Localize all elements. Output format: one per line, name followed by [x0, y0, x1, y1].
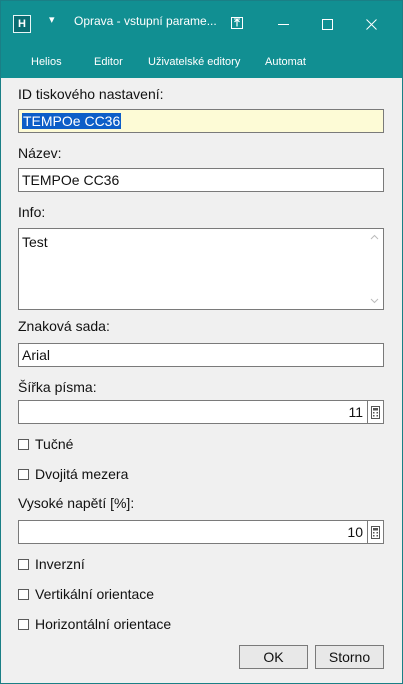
- name-label: Název:: [18, 145, 62, 161]
- menu-item-automat[interactable]: Automat: [265, 56, 306, 68]
- minimize-button[interactable]: [261, 7, 305, 41]
- quick-access-dropdown-icon[interactable]: ▾: [49, 13, 55, 26]
- title-bar[interactable]: H ▾ Oprava - vstupní parame...: [1, 1, 402, 48]
- vertical-orientation-checkbox-row[interactable]: Vertikální orientace: [18, 585, 154, 603]
- double-space-label: Dvojitá mezera: [35, 466, 129, 482]
- window-title: Oprava - vstupní parame...: [74, 14, 217, 28]
- maximize-button[interactable]: [305, 7, 349, 41]
- charset-label: Znaková sada:: [18, 318, 110, 334]
- name-field[interactable]: TEMPOe CC36: [18, 168, 384, 192]
- menu-item-helios[interactable]: Helios: [31, 56, 62, 68]
- font-width-calculator-button[interactable]: [367, 400, 384, 424]
- print-setting-id-value: TEMPOe CC36: [22, 113, 122, 129]
- high-voltage-label: Vysoké napětí [%]:: [18, 495, 135, 511]
- inverse-label: Inverzní: [35, 556, 85, 572]
- scroll-up-icon[interactable]: [366, 229, 383, 246]
- horizontal-orientation-label: Horizontální orientace: [35, 616, 172, 632]
- horizontal-orientation-checkbox[interactable]: [18, 618, 29, 630]
- horizontal-orientation-checkbox-row[interactable]: Horizontální orientace: [18, 615, 171, 633]
- high-voltage-calculator-button[interactable]: [367, 520, 384, 544]
- dialog-window: H ▾ Oprava - vstupní parame... Helios Ed…: [0, 0, 403, 684]
- helios-app-icon[interactable]: H: [13, 15, 31, 33]
- double-space-checkbox-row[interactable]: Dvojitá mezera: [18, 465, 128, 483]
- inverse-checkbox[interactable]: [18, 558, 29, 570]
- vertical-orientation-checkbox[interactable]: [18, 588, 29, 600]
- bold-label: Tučné: [35, 436, 74, 452]
- font-width-label: Šířka písma:: [18, 379, 97, 395]
- close-icon: [365, 18, 377, 30]
- menu-item-user-editors[interactable]: Uživatelské editory: [148, 56, 240, 68]
- close-button[interactable]: [349, 7, 393, 41]
- inverse-checkbox-row[interactable]: Inverzní: [18, 555, 85, 573]
- bold-checkbox[interactable]: [18, 438, 29, 450]
- minimize-icon: [277, 23, 289, 25]
- info-label: Info:: [18, 204, 46, 220]
- vertical-orientation-label: Vertikální orientace: [35, 586, 155, 602]
- maximize-icon: [321, 18, 333, 30]
- font-width-field[interactable]: 11: [18, 400, 367, 424]
- pin-icon: [231, 17, 243, 29]
- calculator-icon: [371, 525, 380, 539]
- ok-button[interactable]: OK: [239, 645, 308, 669]
- scroll-down-icon[interactable]: [366, 292, 383, 309]
- info-textarea[interactable]: Test: [18, 228, 384, 310]
- charset-field[interactable]: Arial: [18, 343, 384, 367]
- bold-checkbox-row[interactable]: Tučné: [18, 435, 73, 453]
- info-scrollbar[interactable]: [366, 229, 383, 309]
- calculator-icon: [371, 405, 380, 419]
- form-content: ID tiskového nastavení: TEMPOe CC36 Náze…: [1, 78, 402, 683]
- cancel-button[interactable]: Storno: [315, 645, 384, 669]
- pin-window-button[interactable]: [225, 11, 249, 35]
- print-setting-id-field[interactable]: TEMPOe CC36: [18, 109, 384, 133]
- info-value: Test: [22, 234, 48, 250]
- menu-item-editor[interactable]: Editor: [94, 56, 123, 68]
- high-voltage-field[interactable]: 10: [18, 520, 367, 544]
- double-space-checkbox[interactable]: [18, 468, 29, 480]
- print-setting-id-label: ID tiskového nastavení:: [18, 86, 164, 102]
- menu-bar: Helios Editor Uživatelské editory Automa…: [1, 48, 402, 78]
